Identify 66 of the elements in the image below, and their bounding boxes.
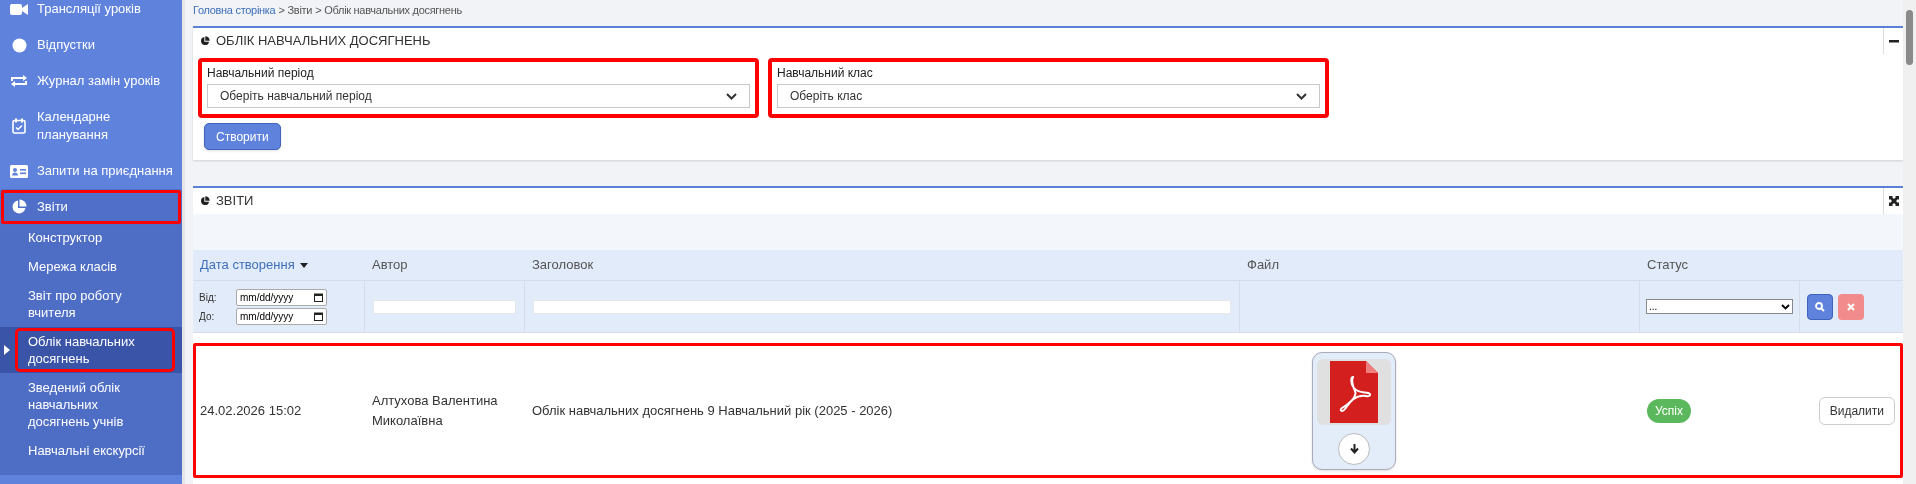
sidebar-subitem[interactable]: Конструктор <box>18 227 113 248</box>
field-label: Навчальний період <box>207 65 315 81</box>
delete-button[interactable]: Видалити <box>1818 396 1895 425</box>
search-button[interactable] <box>1807 293 1833 320</box>
breadcrumb-item: Облік навчальних досягнень <box>324 2 462 18</box>
column-header[interactable]: Файл <box>1247 255 1279 275</box>
sidebar-item[interactable]: Звіти <box>0 189 182 225</box>
title-filter-field[interactable] <box>533 299 1231 314</box>
column-header[interactable]: Заголовок <box>532 255 594 275</box>
calendar-icon <box>314 311 323 321</box>
breadcrumb-separator: > <box>278 2 285 18</box>
panel-title: ОБЛІК НАВЧАЛЬНИХ ДОСЯГНЕНЬ <box>216 32 432 51</box>
create-button[interactable]: Створити <box>204 123 281 150</box>
search-icon <box>1815 301 1825 312</box>
sidebar-item[interactable]: Трансляції уроків <box>0 0 182 27</box>
sidebar-subitem[interactable]: Навчальні екскурсії <box>18 440 155 461</box>
circle-icon <box>11 37 27 53</box>
minimize-icon[interactable] <box>1888 39 1899 43</box>
download-button[interactable] <box>1338 432 1370 465</box>
swap-arrows-icon <box>10 75 28 87</box>
field-label: Навчальний клас <box>777 65 874 81</box>
select-field[interactable]: Оберіть навчальний період <box>207 84 750 108</box>
sidebar-subitem[interactable]: Мережа класів <box>18 256 127 277</box>
sidebar-subitem[interactable]: Звіт про роботу вчителя <box>18 285 172 323</box>
pointer-icon <box>4 345 10 355</box>
panel-title: ЗВІТИ <box>216 192 255 211</box>
breadcrumb-item: Звіти <box>287 2 313 18</box>
close-icon <box>1847 302 1855 311</box>
author-filter-field[interactable] <box>373 299 516 314</box>
select-field[interactable]: Оберіть клас <box>777 84 1320 108</box>
sidebar-item[interactable]: Відпустки <box>0 27 182 63</box>
status-badge: Успіх <box>1647 398 1691 423</box>
calendar-check-icon <box>12 118 26 134</box>
pie-chart-icon <box>200 196 210 206</box>
table-cell: 24.02.2026 15:02 <box>200 402 302 418</box>
sidebar-item[interactable]: Журнал замін уроків <box>0 63 182 99</box>
down-arrow-icon <box>1349 443 1359 454</box>
sidebar-subitem[interactable]: Зведений облік навчальних досягнень учнів <box>18 377 172 432</box>
breadcrumb-separator: > <box>315 2 322 18</box>
column-header[interactable]: Статус <box>1647 255 1689 275</box>
column-header[interactable]: Дата створення <box>200 255 295 275</box>
sidebar-item[interactable]: Запити на приєднання <box>0 153 182 189</box>
sidebar-item[interactable]: Календарне планування <box>0 99 182 153</box>
file-card[interactable] <box>1312 351 1396 470</box>
date-field[interactable]: mm/dd/yyyy <box>236 307 327 325</box>
date-field[interactable]: mm/dd/yyyy <box>236 288 327 306</box>
filter-label: Від: <box>199 290 218 305</box>
table-cell: Облік навчальних досягнень 9 Навчальний рік (2025 - 2026) <box>532 402 893 418</box>
column-header[interactable]: Автор <box>372 255 408 275</box>
expand-icon[interactable] <box>1888 196 1899 206</box>
calendar-icon <box>314 292 323 302</box>
pie-chart-icon <box>11 199 27 215</box>
chevron-down-icon <box>1296 92 1307 100</box>
scrollbar-thumb[interactable] <box>1906 10 1913 65</box>
breadcrumb-link[interactable]: Головна сторінка <box>193 1 276 19</box>
id-card-icon <box>10 164 28 178</box>
sort-caret-icon <box>299 262 308 268</box>
chevron-down-icon <box>726 92 737 100</box>
chevron-down-icon <box>1781 303 1790 310</box>
pdf-file-icon <box>1330 360 1378 423</box>
pie-chart-icon <box>200 36 210 46</box>
video-camera-icon <box>10 2 28 16</box>
table-row[interactable]: 24.02.2026 15:02 Алтухова Валентина Миколаївна Облік навчальних досягнень 9 Навчальний рік (2025 - 2026) Успіх Видалити <box>193 343 1903 478</box>
table-cell: Алтухова Валентина Миколаївна <box>372 393 498 428</box>
filter-label: До: <box>199 309 216 324</box>
status-filter-select[interactable]: ... <box>1646 299 1793 314</box>
